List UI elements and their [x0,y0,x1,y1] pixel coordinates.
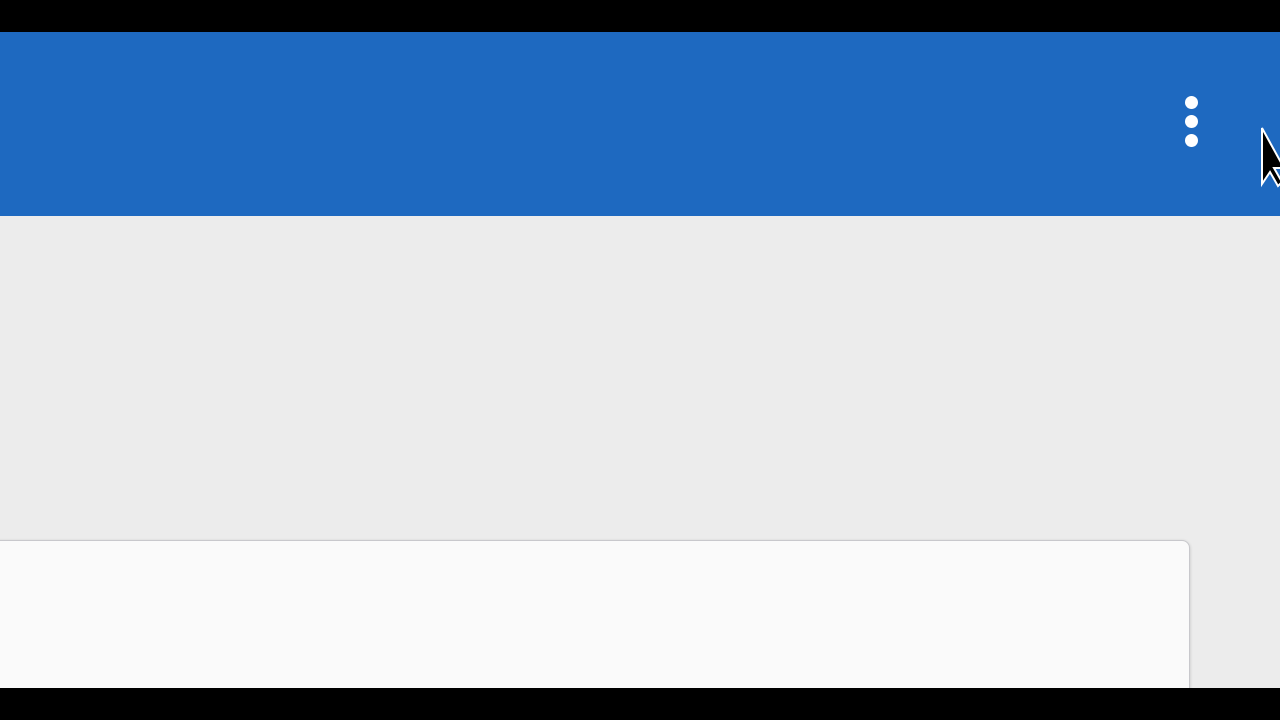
content-area [0,216,1280,688]
letterbox-bottom [0,688,1280,720]
more-vert-icon-dot-2 [1184,114,1198,128]
mouse-pointer-icon [1261,127,1280,188]
content-card[interactable] [0,540,1190,688]
more-vert-icon [1184,95,1198,109]
overflow-menu-button[interactable] [1166,88,1216,154]
more-vert-icon-dot-3 [1184,133,1198,147]
app-screen [0,32,1280,688]
letterbox-top [0,0,1280,32]
app-bar [0,32,1280,216]
